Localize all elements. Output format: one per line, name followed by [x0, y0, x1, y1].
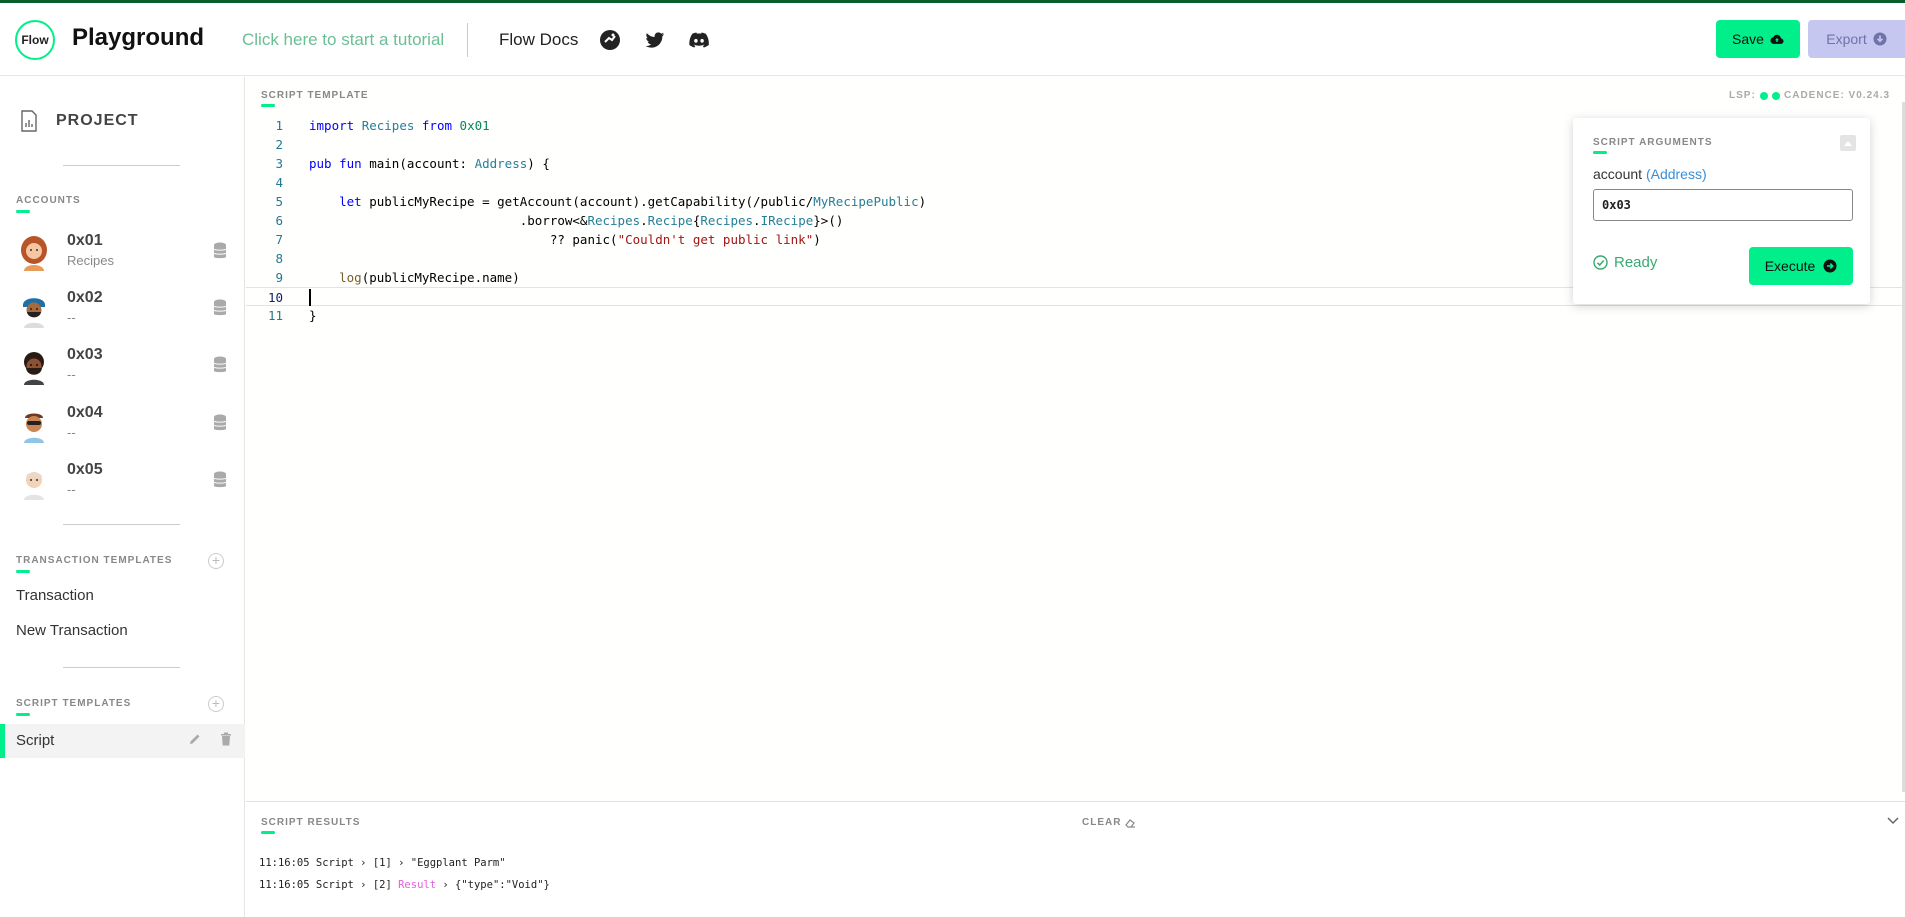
- editor-title: SCRIPT TEMPLATE: [261, 90, 369, 107]
- clear-button[interactable]: CLEAR: [1082, 817, 1136, 828]
- line-number: 9: [275, 270, 283, 285]
- script-results-title: SCRIPT RESULTS: [261, 817, 361, 834]
- trash-icon[interactable]: [220, 732, 232, 746]
- flow-docs-link[interactable]: Flow Docs: [499, 30, 578, 50]
- lsp-dot: [1771, 91, 1780, 100]
- account-item-0x04[interactable]: 0x04 --: [0, 403, 245, 453]
- line-number: 4: [275, 175, 283, 190]
- code-line: 11}: [246, 306, 1905, 325]
- transaction-template-item[interactable]: Transaction: [16, 587, 94, 604]
- account-subtitle: --: [67, 482, 76, 497]
- project-label: PROJECT: [56, 112, 139, 129]
- avatar: [24, 472, 44, 500]
- account-item-0x02[interactable]: 0x02 --: [0, 288, 245, 338]
- twitter-icon[interactable]: [644, 29, 666, 51]
- download-circle-icon: [1873, 32, 1887, 46]
- tutorial-link[interactable]: Click here to start a tutorial: [242, 30, 444, 50]
- lsp-status: LSP:: [1729, 90, 1780, 101]
- sidebar: PROJECT ACCOUNTS 0x01 Recipes 0x02 -- 0x…: [0, 77, 245, 917]
- log-line: 11:16:05 Script › [2] Result › {"type":"…: [259, 879, 550, 891]
- avatar: [21, 236, 47, 271]
- document-chart-icon: [21, 110, 37, 132]
- account-subtitle: --: [67, 367, 76, 382]
- lsp-dot: [1759, 91, 1768, 100]
- line-number: 11: [267, 308, 283, 323]
- line-number: 7: [275, 232, 283, 247]
- account-address: 0x04: [67, 404, 103, 421]
- account-item-0x01[interactable]: 0x01 Recipes: [0, 231, 245, 281]
- flow-runner-icon[interactable]: [599, 29, 621, 51]
- account-address: 0x05: [67, 461, 103, 478]
- line-number: 3: [275, 156, 283, 171]
- cloud-upload-icon: [1770, 34, 1784, 44]
- script-templates-title: SCRIPT TEMPLATES: [16, 698, 132, 716]
- line-number: 5: [275, 194, 283, 209]
- database-icon[interactable]: [212, 414, 228, 432]
- execute-button[interactable]: Execute: [1749, 247, 1853, 285]
- account-argument-input[interactable]: [1593, 189, 1853, 221]
- flow-logo[interactable]: Flow: [15, 20, 55, 60]
- add-transaction-template-icon[interactable]: +: [208, 553, 224, 569]
- save-label: Save: [1732, 31, 1764, 47]
- text-cursor: [309, 289, 311, 306]
- account-address: 0x01: [67, 232, 103, 249]
- account-address: 0x03: [67, 346, 103, 363]
- execute-label: Execute: [1764, 258, 1816, 274]
- line-number: 1: [275, 118, 283, 133]
- script-arguments-title: SCRIPT ARGUMENTS: [1593, 137, 1713, 154]
- lsp-label: LSP:: [1729, 90, 1756, 101]
- status-indicator: Ready: [1593, 254, 1657, 271]
- app-title: Playground: [72, 24, 205, 51]
- line-number: 8: [275, 251, 283, 266]
- argument-name: account: [1593, 166, 1643, 182]
- account-item-0x03[interactable]: 0x03 --: [0, 345, 245, 395]
- line-number: 2: [275, 137, 283, 152]
- eraser-icon: [1125, 818, 1136, 828]
- database-icon[interactable]: [212, 471, 228, 489]
- argument-type: (Address): [1645, 166, 1707, 182]
- divider: [63, 165, 180, 166]
- chevron-down-icon[interactable]: [1887, 817, 1899, 825]
- log-line: 11:16:05 Script › [1] › "Eggplant Parm": [259, 857, 506, 869]
- save-button[interactable]: Save: [1716, 20, 1800, 58]
- status-label: Ready: [1614, 254, 1658, 271]
- database-icon[interactable]: [212, 356, 228, 374]
- line-number: 6: [275, 213, 283, 228]
- divider: [63, 524, 180, 525]
- account-subtitle: Recipes: [67, 253, 114, 268]
- discord-icon[interactable]: [688, 29, 710, 51]
- avatar: [23, 298, 45, 328]
- account-subtitle: --: [67, 310, 76, 325]
- script-template-label: Script: [16, 732, 55, 749]
- active-indicator: [0, 724, 5, 758]
- account-address: 0x02: [67, 289, 103, 306]
- argument-label: account (Address): [1593, 166, 1707, 182]
- database-icon[interactable]: [212, 242, 228, 260]
- divider: [63, 667, 180, 668]
- check-circle-icon: [1593, 255, 1608, 270]
- export-label: Export: [1826, 31, 1867, 47]
- database-icon[interactable]: [212, 299, 228, 317]
- transaction-templates-title: TRANSACTION TEMPLATES: [16, 555, 173, 573]
- arrow-right-circle-icon: [1823, 259, 1837, 273]
- avatar: [24, 352, 44, 385]
- collapse-icon[interactable]: [1840, 135, 1856, 151]
- accounts-title: ACCOUNTS: [16, 195, 81, 213]
- script-arguments-panel: SCRIPT ARGUMENTS account (Address) Ready…: [1573, 118, 1870, 304]
- line-number: 10: [267, 290, 283, 305]
- pencil-icon[interactable]: [188, 732, 202, 746]
- account-subtitle: --: [67, 425, 76, 440]
- avatar: [24, 413, 44, 443]
- transaction-template-item[interactable]: New Transaction: [16, 622, 128, 639]
- project-header[interactable]: PROJECT: [20, 110, 139, 132]
- script-template-item-active[interactable]: Script: [0, 724, 245, 758]
- script-results-panel: SCRIPT RESULTS CLEAR 11:16:05 Script › […: [246, 801, 1905, 917]
- account-item-0x05[interactable]: 0x05 --: [0, 460, 245, 510]
- header-divider: [467, 23, 468, 57]
- cadence-version: CADENCE: V0.24.3: [1784, 90, 1891, 101]
- export-button[interactable]: Export: [1808, 20, 1905, 58]
- header: Flow Playground Click here to start a tu…: [0, 3, 1905, 76]
- add-script-template-icon[interactable]: +: [208, 696, 224, 712]
- clear-label: CLEAR: [1082, 817, 1122, 828]
